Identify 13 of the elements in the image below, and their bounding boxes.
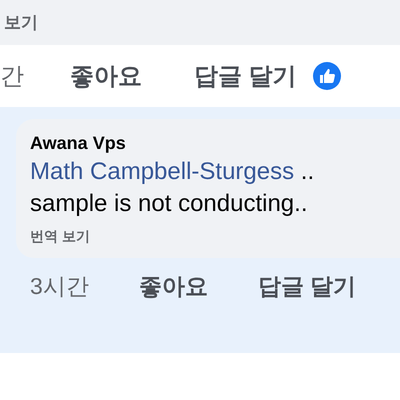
- like-link[interactable]: 좋아요: [70, 60, 142, 92]
- reply-link[interactable]: 답글 달기: [194, 60, 297, 92]
- like-link[interactable]: 좋아요: [138, 270, 208, 302]
- see-translation-link[interactable]: 번역 보기: [30, 228, 400, 246]
- reply-link[interactable]: 답글 달기: [258, 270, 356, 302]
- see-translation-link[interactable]: 보기: [4, 11, 38, 34]
- like-reaction-icon: [312, 62, 341, 90]
- comment-text: sample is not conducting..: [30, 190, 308, 218]
- comment-author[interactable]: Awana Vps: [30, 133, 400, 154]
- comment-time: 간: [0, 62, 24, 92]
- mention-link[interactable]: Math Campbell-Sturgess: [30, 158, 294, 185]
- comment-time: 3시간: [30, 272, 89, 300]
- comment-mention-line: Math Campbell-Sturgess ..: [30, 158, 316, 186]
